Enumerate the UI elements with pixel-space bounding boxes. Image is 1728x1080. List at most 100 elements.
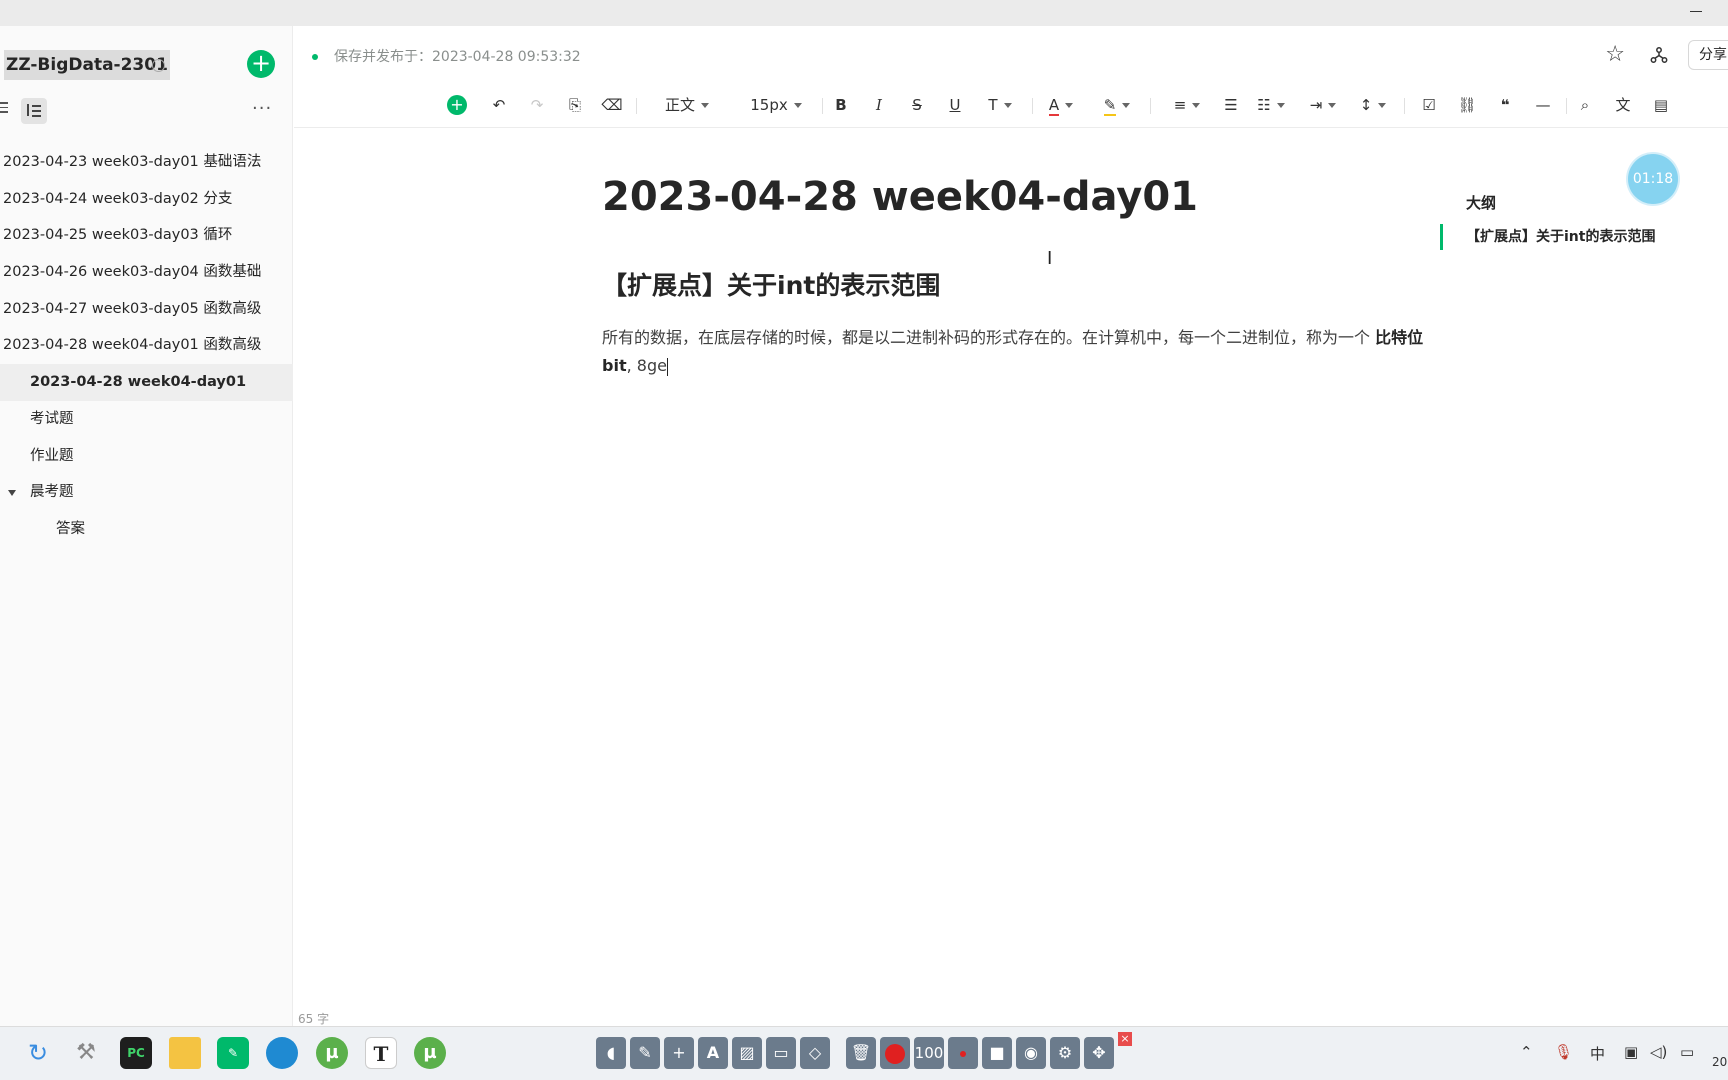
- insert-add-icon[interactable]: +: [447, 95, 467, 115]
- rectangle-tool-icon[interactable]: ▭: [766, 1037, 796, 1069]
- doc-heading[interactable]: 【扩展点】关于int的表示范围: [602, 266, 940, 302]
- ordered-list-icon[interactable]: ☷: [1252, 92, 1290, 118]
- indent-icon[interactable]: ⇥: [1304, 92, 1342, 118]
- caret-down-icon[interactable]: [8, 490, 16, 497]
- tree-item[interactable]: 2023-04-23 week03-day01 基础语法: [0, 144, 293, 181]
- clear-format-icon[interactable]: ⌫: [601, 92, 623, 118]
- text-tool-icon[interactable]: A: [698, 1037, 728, 1069]
- translate-icon[interactable]: 文: [1612, 92, 1634, 118]
- format-painter-icon[interactable]: ⎘: [564, 92, 586, 118]
- tree-item-folder[interactable]: 晨考题: [0, 474, 293, 511]
- edge-browser-icon[interactable]: [266, 1037, 298, 1069]
- app-sync-icon[interactable]: ↻: [22, 1037, 54, 1069]
- kb-settings-icon[interactable]: [152, 59, 165, 72]
- bullet-list-icon[interactable]: ☰: [1220, 92, 1242, 118]
- color-swatch-icon[interactable]: ■: [982, 1037, 1012, 1069]
- dot-color-icon[interactable]: [948, 1037, 978, 1069]
- volume-icon[interactable]: ◁): [1650, 1043, 1667, 1061]
- link-icon[interactable]: ⛓: [1456, 92, 1478, 118]
- tree-item-active[interactable]: 2023-04-28 week04-day01: [0, 364, 293, 401]
- toolbar-divider: [822, 98, 823, 114]
- tree-item[interactable]: 2023-04-27 week03-day05 函数高级: [0, 291, 293, 328]
- pen-size-value[interactable]: 100: [914, 1037, 944, 1069]
- tree-item[interactable]: 2023-04-28 week04-day01 函数高级: [0, 327, 293, 364]
- star-icon[interactable]: ☆: [1605, 42, 1625, 67]
- redo-icon[interactable]: ↷: [526, 92, 548, 118]
- record-icon[interactable]: [880, 1037, 910, 1069]
- status-dot-icon: [312, 54, 318, 60]
- tree-view-icon[interactable]: [21, 98, 47, 124]
- doc-info-icon[interactable]: ▤: [1650, 92, 1672, 118]
- tree-item[interactable]: 作业题: [0, 438, 293, 475]
- task-list-icon[interactable]: ☑: [1418, 92, 1440, 118]
- eraser-tool-icon[interactable]: ◇: [800, 1037, 830, 1069]
- paragraph-style-value: 正文: [664, 96, 695, 114]
- app-tool-icon[interactable]: ⚒: [70, 1037, 102, 1069]
- add-doc-button[interactable]: +: [247, 50, 275, 78]
- find-replace-icon[interactable]: ⌕: [1574, 92, 1596, 118]
- tree-item[interactable]: 2023-04-24 week03-day02 分支: [0, 181, 293, 218]
- gear-icon[interactable]: ⚙: [1050, 1037, 1080, 1069]
- timer-badge[interactable]: 01:18: [1628, 154, 1678, 204]
- tray-chevron-up-icon[interactable]: ⌃: [1520, 1043, 1533, 1061]
- font-size-value: 15px: [750, 96, 788, 114]
- share-graph-icon[interactable]: [1650, 46, 1668, 64]
- pen-tool-icon[interactable]: ✎: [630, 1037, 660, 1069]
- doc-tree: 2023-04-23 week03-day01 基础语法 2023-04-24 …: [0, 144, 293, 548]
- utorrent-icon-2[interactable]: µ: [414, 1037, 446, 1069]
- file-explorer-icon[interactable]: [169, 1037, 201, 1069]
- divider-line-icon[interactable]: —: [1532, 92, 1554, 118]
- clock-partial[interactable]: 20: [1712, 1055, 1727, 1069]
- italic-button[interactable]: I: [868, 92, 890, 118]
- close-toolbar-icon[interactable]: ×: [1118, 1032, 1132, 1046]
- crosshair-tool-icon[interactable]: +: [664, 1037, 694, 1069]
- toolbar-divider: [636, 98, 637, 114]
- knowledge-base-title[interactable]: ZZ-BigData-2301: [4, 50, 170, 80]
- more-icon[interactable]: ···: [252, 98, 272, 119]
- microphone-icon[interactable]: 🎙: [1554, 1043, 1573, 1061]
- mouse-text-cursor-icon: I: [1047, 248, 1053, 269]
- doc-title[interactable]: 2023-04-28 week04-day01: [602, 174, 1198, 220]
- mouse-tool-icon[interactable]: ◖: [596, 1037, 626, 1069]
- paragraph-style-select[interactable]: 正文: [652, 92, 722, 118]
- outline-active-bar: [1440, 224, 1443, 250]
- quote-icon[interactable]: ❝: [1494, 92, 1516, 118]
- ime-indicator[interactable]: 中: [1590, 1043, 1605, 1064]
- font-size-select[interactable]: 15px: [742, 92, 810, 118]
- list-view-icon[interactable]: [0, 102, 8, 116]
- network-icon[interactable]: ▣: [1624, 1043, 1638, 1061]
- battery-icon[interactable]: ▭: [1680, 1043, 1694, 1061]
- editor-area: 保存并发布于：2023-04-28 09:53:32 ☆ 分享 + ↶ ↷ ⎘ …: [294, 26, 1728, 1026]
- line-height-icon[interactable]: ↕: [1354, 92, 1392, 118]
- undo-icon[interactable]: ↶: [488, 92, 510, 118]
- bold-button[interactable]: B: [830, 92, 852, 118]
- text-cursor: [666, 357, 668, 376]
- outline-item[interactable]: 【扩展点】关于int的表示范围: [1466, 226, 1655, 246]
- underline-button[interactable]: U: [944, 92, 966, 118]
- pycharm-icon[interactable]: PC: [120, 1037, 152, 1069]
- trash-tool-icon[interactable]: 🗑: [846, 1037, 876, 1069]
- strikethrough-button[interactable]: S: [906, 92, 928, 118]
- tree-item[interactable]: 答案: [0, 511, 293, 548]
- toolbar-divider: [1150, 98, 1151, 114]
- doc-paragraph[interactable]: 所有的数据，在底层存储的时候，都是以二进制补码的形式存在的。在计算机中，每一个二…: [602, 324, 1432, 380]
- tree-item-label: 晨考题: [30, 484, 74, 501]
- tree-item[interactable]: 2023-04-26 week03-day04 函数基础: [0, 254, 293, 291]
- sidebar-toolbar: ···: [0, 98, 293, 124]
- move-icon[interactable]: ✥: [1084, 1037, 1114, 1069]
- window-titlebar: [0, 0, 1728, 26]
- save-status: 保存并发布于：2023-04-28 09:53:32: [312, 46, 581, 66]
- typora-icon[interactable]: T: [365, 1037, 397, 1069]
- image-tool-icon[interactable]: ▨: [732, 1037, 762, 1069]
- minimize-icon[interactable]: [1690, 2, 1704, 18]
- tree-item[interactable]: 考试题: [0, 401, 293, 438]
- text-effect-icon[interactable]: T: [982, 92, 1018, 118]
- tree-item[interactable]: 2023-04-25 week03-day03 循环: [0, 217, 293, 254]
- utorrent-icon[interactable]: µ: [316, 1037, 348, 1069]
- font-color-icon[interactable]: A: [1042, 92, 1080, 118]
- share-button[interactable]: 分享: [1688, 40, 1728, 70]
- yuque-app-icon[interactable]: ✎: [217, 1037, 249, 1069]
- highlight-icon[interactable]: ✎: [1098, 92, 1136, 118]
- align-left-icon[interactable]: ≡: [1168, 92, 1206, 118]
- eye-icon[interactable]: ◉: [1016, 1037, 1046, 1069]
